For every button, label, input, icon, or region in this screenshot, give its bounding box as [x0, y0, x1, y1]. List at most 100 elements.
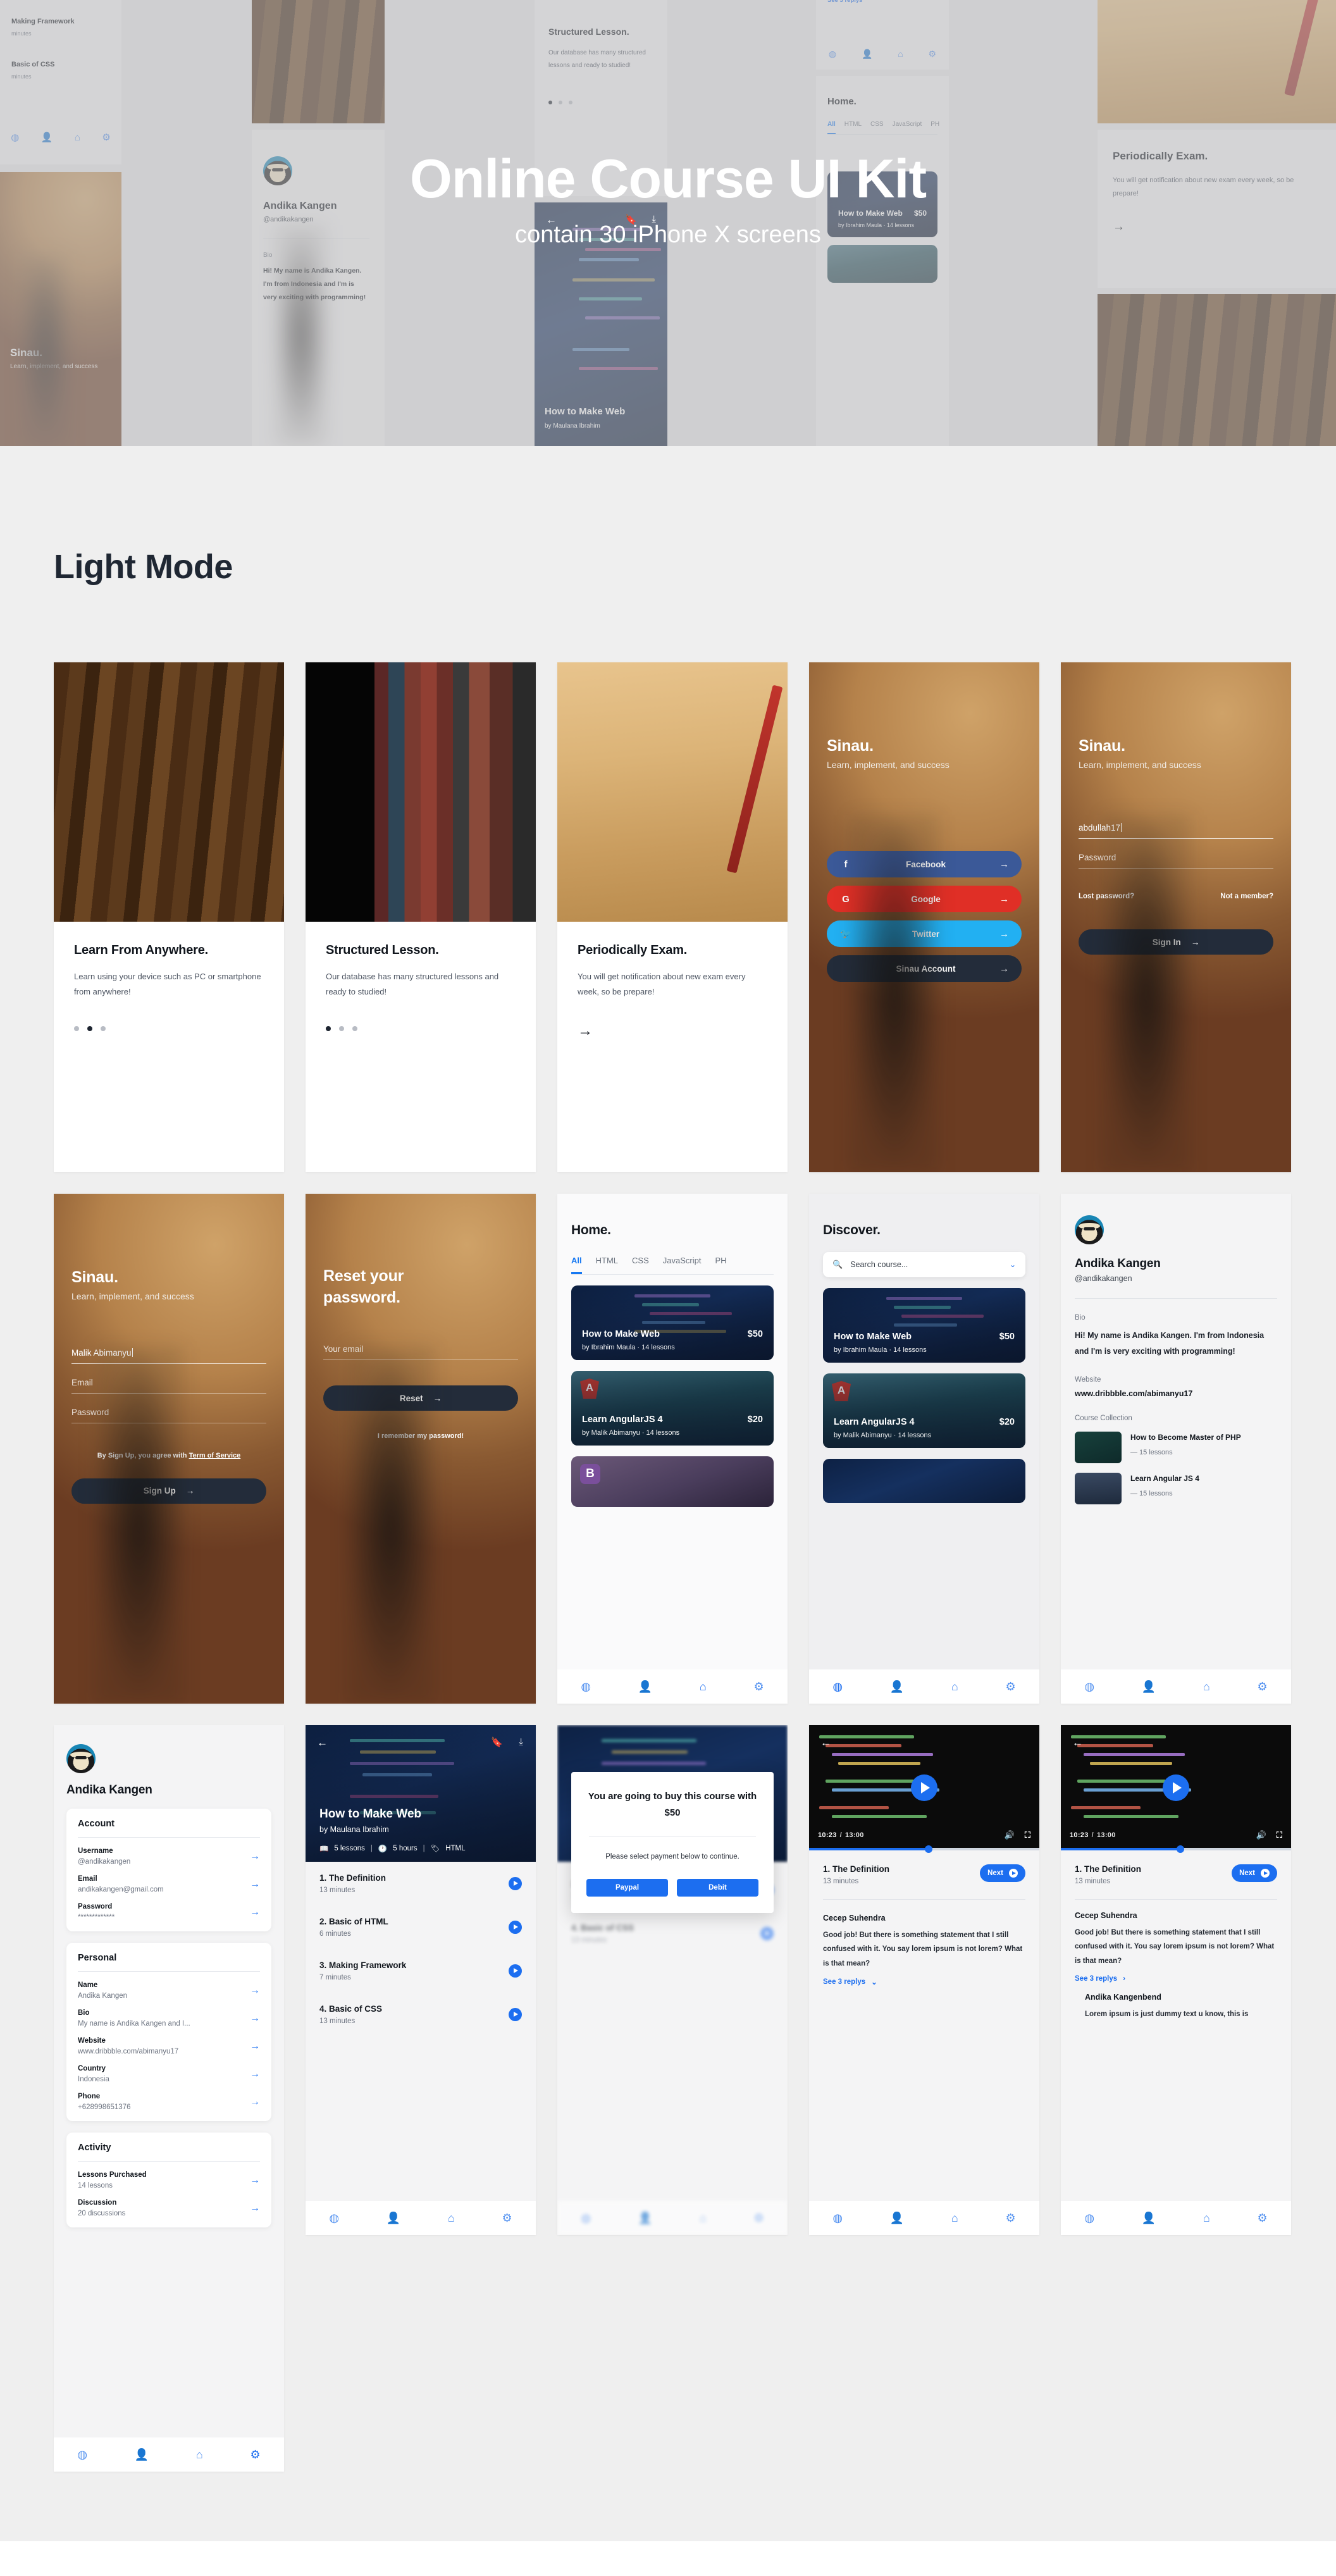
google-login-button[interactable]: G Google →	[827, 886, 1022, 912]
arrow-right-icon[interactable]: →	[250, 2041, 260, 2052]
back-icon[interactable]: ←	[1072, 1737, 1083, 1749]
video-player[interactable]: ← 10:23 / 13:00 🔊 ⛶	[1061, 1725, 1291, 1853]
lesson-row[interactable]: 4. Basic of CSS 13 minutes	[306, 1993, 536, 2036]
paypal-button[interactable]: Paypal	[586, 1878, 668, 1897]
settings-row[interactable]: Name Andika Kangen →	[78, 1972, 260, 2000]
email-field[interactable]: Your email	[323, 1341, 518, 1360]
home-icon[interactable]: ⌂	[1203, 1680, 1210, 1694]
volume-icon[interactable]: 🔊	[1256, 1830, 1266, 1840]
password-field[interactable]: Password	[71, 1404, 266, 1423]
fullscreen-icon[interactable]: ⛶	[1025, 1830, 1030, 1840]
home-icon[interactable]: ⌂	[1203, 2212, 1210, 2225]
dot-active[interactable]	[87, 1026, 92, 1032]
progress-slider[interactable]	[1061, 1845, 1291, 1853]
arrow-right-icon[interactable]: →	[250, 1985, 260, 1997]
lesson-row[interactable]: 1. The Definition 13 minutes	[306, 1862, 536, 1905]
see-replies-link[interactable]: See 3 replys ›	[1075, 1975, 1277, 1983]
tab-css[interactable]: CSS	[632, 1256, 649, 1274]
arrow-right-icon[interactable]: →	[250, 1907, 260, 1918]
course-card[interactable]: A Learn AngularJS 4 $20 by Malik Abimany…	[823, 1373, 1025, 1448]
search-input[interactable]: 🔍 Search course... ⌄	[823, 1252, 1025, 1277]
video-player[interactable]: ← 10:23 / 13:00 🔊 ⛶	[809, 1725, 1039, 1853]
settings-row[interactable]: Email andikakangen@gmail.com →	[78, 1866, 260, 1893]
progress-slider[interactable]	[809, 1845, 1039, 1853]
terms-link[interactable]: Term of Service	[189, 1452, 241, 1459]
chevron-down-icon[interactable]: ⌄	[1010, 1260, 1016, 1269]
reset-button[interactable]: Reset →	[323, 1385, 518, 1411]
gear-icon[interactable]: ⚙	[1257, 1680, 1267, 1694]
play-icon[interactable]	[911, 1774, 937, 1801]
person-icon[interactable]: 👤	[638, 1680, 652, 1694]
settings-row[interactable]: Bio My name is Andika Kangen and I... →	[78, 2000, 260, 2028]
settings-row[interactable]: Discussion 20 discussions →	[78, 2189, 260, 2217]
gear-icon[interactable]: ⚙	[1005, 1680, 1015, 1694]
person-icon[interactable]: 👤	[890, 2212, 904, 2225]
compass-icon[interactable]: ◍	[77, 2448, 87, 2461]
tab-all[interactable]: All	[571, 1256, 582, 1274]
gear-icon[interactable]: ⚙	[753, 1680, 764, 1694]
play-icon[interactable]	[1163, 1774, 1189, 1801]
dot[interactable]	[352, 1026, 357, 1032]
lesson-row[interactable]: 2. Basic of HTML 6 minutes	[306, 1905, 536, 1949]
person-icon[interactable]: 👤	[135, 2448, 149, 2461]
arrow-right-icon[interactable]: →	[250, 1879, 260, 1890]
settings-row[interactable]: Lessons Purchased 14 lessons →	[78, 2162, 260, 2189]
course-card[interactable]: How to Make Web $50 by Ibrahim Maula · 1…	[823, 1288, 1025, 1363]
sign-in-button[interactable]: Sign In →	[1079, 929, 1273, 955]
compass-icon[interactable]: ◍	[1084, 2212, 1094, 2225]
website-value[interactable]: www.dribbble.com/abimanyu17	[1075, 1389, 1277, 1398]
person-icon[interactable]: 👤	[387, 2212, 400, 2225]
compass-icon[interactable]: ◍	[1084, 1680, 1094, 1694]
play-icon[interactable]	[509, 1877, 522, 1890]
dot[interactable]	[101, 1026, 106, 1032]
arrow-right-icon[interactable]: →	[250, 2203, 260, 2214]
compass-icon[interactable]: ◍	[581, 1680, 591, 1694]
compass-icon[interactable]: ◍	[329, 2212, 339, 2225]
volume-icon[interactable]: 🔊	[1005, 1830, 1015, 1840]
play-icon[interactable]	[509, 1964, 522, 1978]
settings-row[interactable]: Username @andikakangen →	[78, 1838, 260, 1866]
gear-icon[interactable]: ⚙	[502, 2212, 512, 2225]
person-icon[interactable]: 👤	[1142, 1680, 1156, 1694]
home-icon[interactable]: ⌂	[951, 2212, 958, 2225]
home-icon[interactable]: ⌂	[951, 1680, 958, 1694]
next-button[interactable]: Next	[1232, 1864, 1277, 1882]
play-icon[interactable]	[509, 1921, 522, 1934]
next-button[interactable]: Next	[980, 1864, 1025, 1882]
download-icon[interactable]: ⤓	[519, 1737, 523, 1747]
lost-password-link[interactable]: Lost password?	[1079, 893, 1134, 900]
arrow-right-icon[interactable]: →	[250, 2013, 260, 2024]
settings-row[interactable]: Phone +628998651376 →	[78, 2083, 260, 2111]
see-replies-link[interactable]: See 3 replys ⌄	[823, 1978, 1025, 1986]
facebook-login-button[interactable]: f Facebook →	[827, 851, 1022, 877]
arrow-right-icon[interactable]: →	[250, 2096, 260, 2108]
twitter-login-button[interactable]: 🐦 Twitter →	[827, 920, 1022, 947]
arrow-right-icon[interactable]: →	[578, 1022, 593, 1040]
settings-row[interactable]: Password ************* →	[78, 1893, 260, 1921]
course-card[interactable]	[823, 1459, 1025, 1503]
arrow-right-icon[interactable]: →	[250, 1851, 260, 1862]
back-icon[interactable]: ←	[820, 1737, 831, 1749]
gear-icon[interactable]: ⚙	[1257, 2212, 1267, 2225]
home-icon[interactable]: ⌂	[196, 2448, 203, 2461]
gear-icon[interactable]: ⚙	[250, 2448, 260, 2461]
collection-item[interactable]: Learn Angular JS 4 — 15 lessons	[1075, 1473, 1277, 1504]
course-card[interactable]: How to Make Web $50 by Ibrahim Maula · 1…	[571, 1285, 774, 1360]
not-member-link[interactable]: Not a member?	[1220, 893, 1273, 900]
course-card[interactable]: A Learn AngularJS 4 $20 by Malik Abimany…	[571, 1371, 774, 1446]
play-icon[interactable]	[509, 2008, 522, 2021]
sinau-account-button[interactable]: Sinau Account →	[827, 955, 1022, 982]
username-field[interactable]: abdullah17	[1079, 819, 1273, 839]
lesson-row[interactable]: 3. Making Framework 7 minutes	[306, 1949, 536, 1993]
tab-javascript[interactable]: JavaScript	[663, 1256, 702, 1274]
course-card[interactable]: B	[571, 1456, 774, 1507]
debit-button[interactable]: Debit	[677, 1878, 758, 1897]
remember-password-link[interactable]: I remember my password!	[323, 1432, 518, 1440]
settings-row[interactable]: Website www.dribbble.com/abimanyu17 →	[78, 2028, 260, 2055]
arrow-right-icon[interactable]: →	[250, 2175, 260, 2186]
dot-active[interactable]	[326, 1026, 331, 1032]
password-field[interactable]: Password	[1079, 849, 1273, 869]
back-icon[interactable]: ←	[317, 1737, 328, 1749]
settings-row[interactable]: Country Indonesia →	[78, 2055, 260, 2083]
person-icon[interactable]: 👤	[1142, 2212, 1156, 2225]
